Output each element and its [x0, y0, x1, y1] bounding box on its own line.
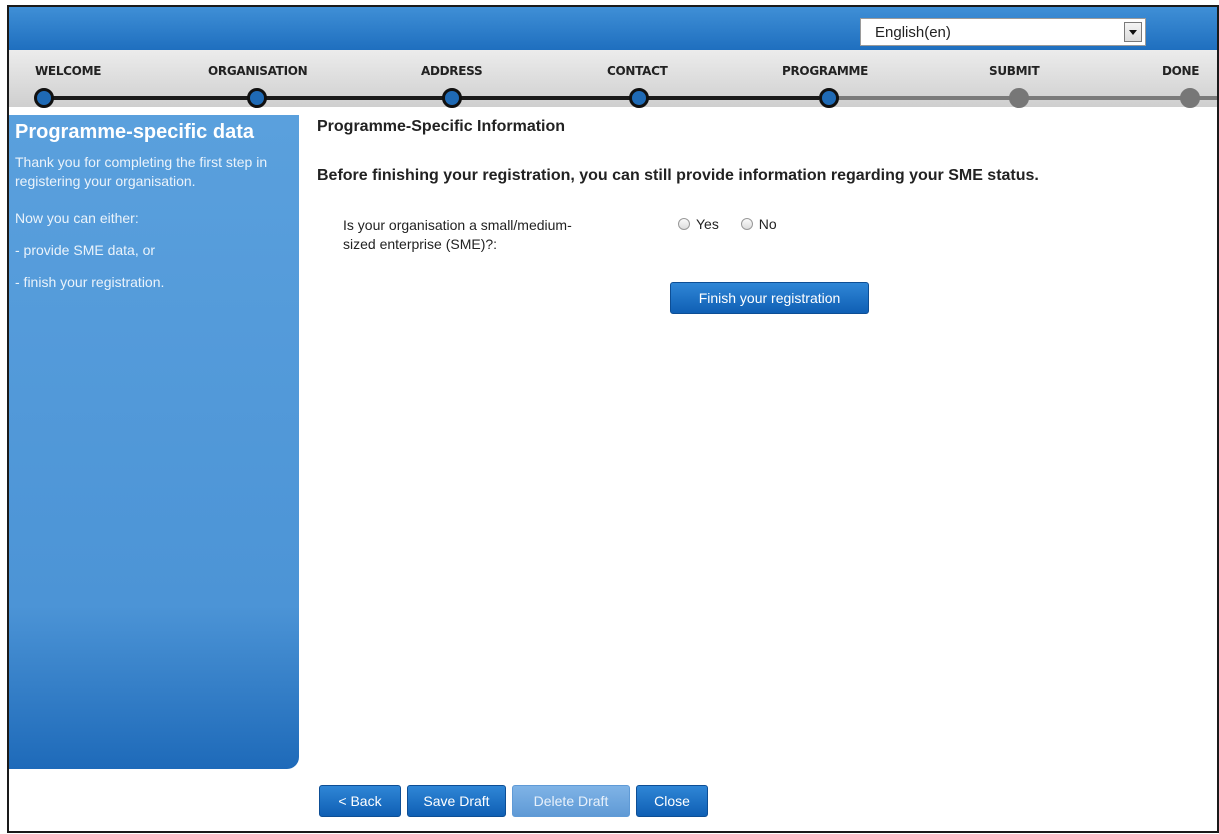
close-button[interactable]: Close [636, 785, 708, 817]
sidebar-title: Programme-specific data [15, 121, 254, 143]
back-button[interactable]: < Back [319, 785, 401, 817]
step-label-done: DONE [1162, 64, 1200, 78]
language-select[interactable]: English(en) [860, 18, 1146, 46]
sme-radio-no-label: No [758, 216, 777, 232]
step-dot-done [1180, 88, 1200, 108]
step-dot-contact [629, 88, 649, 108]
sidebar-intro-text: Thank you for completing the first step … [15, 154, 268, 189]
step-label-submit: SUBMIT [989, 64, 1040, 78]
step-label-organisation: ORGANISATION [208, 64, 308, 78]
sme-question-label: Is your organisation a small/medium-size… [343, 217, 572, 252]
sme-radio-no[interactable]: No [740, 216, 777, 232]
finish-registration-button[interactable]: Finish your registration [670, 282, 869, 314]
step-dot-address [442, 88, 462, 108]
page-title: Programme-Specific Information [317, 118, 566, 135]
help-sidebar: Programme-specific data Thank you for co… [9, 115, 299, 769]
sme-radio-yes[interactable]: Yes [678, 216, 719, 232]
language-select-value: English(en) [875, 24, 951, 41]
step-dot-welcome [34, 88, 54, 108]
delete-draft-button[interactable]: Delete Draft [512, 785, 630, 817]
save-draft-button[interactable]: Save Draft [407, 785, 506, 817]
step-dot-organisation [247, 88, 267, 108]
sidebar-option-sme: - provide SME data, or [15, 242, 156, 258]
radio-circle-icon[interactable] [740, 218, 753, 230]
step-label-programme: PROGRAMME [782, 64, 868, 78]
radio-circle-icon[interactable] [678, 218, 690, 230]
sme-radio-yes-label: Yes [696, 216, 719, 232]
top-bar: English(en) [9, 7, 1217, 50]
chevron-down-icon[interactable] [1124, 22, 1142, 42]
sidebar-option-finish: - finish your registration. [15, 274, 165, 290]
registration-window: English(en) WELCOME ORGANISATION ADDRESS… [7, 5, 1219, 833]
sidebar-options-text: Now you can either: [15, 210, 139, 226]
progress-track-completed [39, 96, 819, 100]
step-dot-programme [819, 88, 839, 108]
step-label-contact: CONTACT [607, 64, 668, 78]
step-label-address: ADDRESS [421, 64, 483, 78]
progress-steps: WELCOME ORGANISATION ADDRESS CONTACT PRO… [9, 50, 1217, 108]
sme-radio-group: Yes No [678, 216, 795, 232]
step-dot-submit [1009, 88, 1029, 108]
step-label-welcome: WELCOME [35, 64, 102, 78]
page-subtitle: Before finishing your registration, you … [317, 167, 1039, 184]
